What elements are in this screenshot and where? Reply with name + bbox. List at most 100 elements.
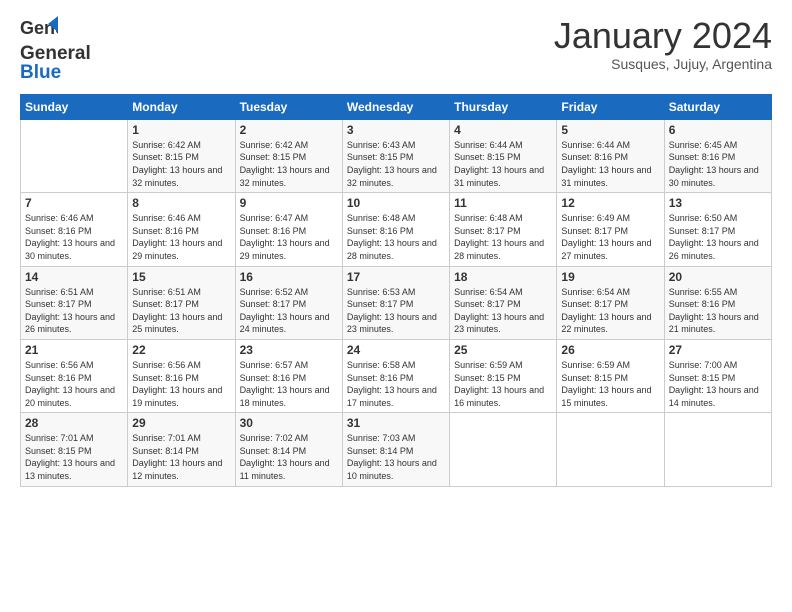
week-row-4: 28 Sunrise: 7:01 AMSunset: 8:15 PMDayligh… xyxy=(21,413,772,486)
day-number: 14 xyxy=(25,270,123,284)
weekday-header-sunday: Sunday xyxy=(21,94,128,119)
day-info: Sunrise: 6:51 AMSunset: 8:17 PMDaylight:… xyxy=(25,286,123,336)
day-cell: 8 Sunrise: 6:46 AMSunset: 8:16 PMDaylight… xyxy=(128,193,235,266)
day-cell: 21 Sunrise: 6:56 AMSunset: 8:16 PMDayligh… xyxy=(21,339,128,412)
day-number: 9 xyxy=(240,196,338,210)
day-info: Sunrise: 6:53 AMSunset: 8:17 PMDaylight:… xyxy=(347,286,445,336)
day-number: 12 xyxy=(561,196,659,210)
day-info: Sunrise: 6:45 AMSunset: 8:16 PMDaylight:… xyxy=(669,139,767,189)
day-number: 27 xyxy=(669,343,767,357)
day-cell: 13 Sunrise: 6:50 AMSunset: 8:17 PMDayligh… xyxy=(664,193,771,266)
day-number: 29 xyxy=(132,416,230,430)
day-cell: 25 Sunrise: 6:59 AMSunset: 8:15 PMDayligh… xyxy=(450,339,557,412)
day-number: 26 xyxy=(561,343,659,357)
day-info: Sunrise: 7:01 AMSunset: 8:14 PMDaylight:… xyxy=(132,432,230,482)
day-info: Sunrise: 6:59 AMSunset: 8:15 PMDaylight:… xyxy=(454,359,552,409)
day-cell: 22 Sunrise: 6:56 AMSunset: 8:16 PMDayligh… xyxy=(128,339,235,412)
header-row: SundayMondayTuesdayWednesdayThursdayFrid… xyxy=(21,94,772,119)
day-number: 13 xyxy=(669,196,767,210)
day-number: 5 xyxy=(561,123,659,137)
day-cell: 23 Sunrise: 6:57 AMSunset: 8:16 PMDayligh… xyxy=(235,339,342,412)
header: General General Blue January 2024 Susque… xyxy=(20,16,772,84)
day-info: Sunrise: 6:51 AMSunset: 8:17 PMDaylight:… xyxy=(132,286,230,336)
day-info: Sunrise: 6:48 AMSunset: 8:16 PMDaylight:… xyxy=(347,212,445,262)
day-info: Sunrise: 6:46 AMSunset: 8:16 PMDaylight:… xyxy=(25,212,123,262)
day-number: 24 xyxy=(347,343,445,357)
week-row-2: 14 Sunrise: 6:51 AMSunset: 8:17 PMDayligh… xyxy=(21,266,772,339)
day-cell xyxy=(664,413,771,486)
day-cell: 24 Sunrise: 6:58 AMSunset: 8:16 PMDayligh… xyxy=(342,339,449,412)
day-info: Sunrise: 7:03 AMSunset: 8:14 PMDaylight:… xyxy=(347,432,445,482)
day-number: 25 xyxy=(454,343,552,357)
day-number: 31 xyxy=(347,416,445,430)
day-info: Sunrise: 7:01 AMSunset: 8:15 PMDaylight:… xyxy=(25,432,123,482)
day-info: Sunrise: 6:42 AMSunset: 8:15 PMDaylight:… xyxy=(240,139,338,189)
day-number: 6 xyxy=(669,123,767,137)
day-cell: 17Sunrise: 6:53 AMSunset: 8:17 PMDayligh… xyxy=(342,266,449,339)
day-info: Sunrise: 7:00 AMSunset: 8:15 PMDaylight:… xyxy=(669,359,767,409)
week-row-3: 21 Sunrise: 6:56 AMSunset: 8:16 PMDayligh… xyxy=(21,339,772,412)
day-cell: 1 Sunrise: 6:42 AMSunset: 8:15 PMDaylight… xyxy=(128,119,235,192)
day-cell: 14 Sunrise: 6:51 AMSunset: 8:17 PMDayligh… xyxy=(21,266,128,339)
day-cell: 10 Sunrise: 6:48 AMSunset: 8:16 PMDayligh… xyxy=(342,193,449,266)
day-cell: 12 Sunrise: 6:49 AMSunset: 8:17 PMDayligh… xyxy=(557,193,664,266)
day-number: 2 xyxy=(240,123,338,137)
day-cell: 31 Sunrise: 7:03 AMSunset: 8:14 PMDayligh… xyxy=(342,413,449,486)
day-number: 21 xyxy=(25,343,123,357)
day-cell: 15Sunrise: 6:51 AMSunset: 8:17 PMDayligh… xyxy=(128,266,235,339)
day-cell: 11Sunrise: 6:48 AMSunset: 8:17 PMDayligh… xyxy=(450,193,557,266)
day-cell: 20 Sunrise: 6:55 AMSunset: 8:16 PMDayligh… xyxy=(664,266,771,339)
day-number: 19 xyxy=(561,270,659,284)
day-cell: 3Sunrise: 6:43 AMSunset: 8:15 PMDaylight… xyxy=(342,119,449,192)
day-cell: 2 Sunrise: 6:42 AMSunset: 8:15 PMDaylight… xyxy=(235,119,342,192)
day-info: Sunrise: 6:49 AMSunset: 8:17 PMDaylight:… xyxy=(561,212,659,262)
day-info: Sunrise: 6:42 AMSunset: 8:15 PMDaylight:… xyxy=(132,139,230,189)
calendar-table: SundayMondayTuesdayWednesdayThursdayFrid… xyxy=(20,94,772,487)
day-info: Sunrise: 6:47 AMSunset: 8:16 PMDaylight:… xyxy=(240,212,338,262)
day-info: Sunrise: 6:54 AMSunset: 8:17 PMDaylight:… xyxy=(561,286,659,336)
weekday-header-tuesday: Tuesday xyxy=(235,94,342,119)
weekday-header-wednesday: Wednesday xyxy=(342,94,449,119)
subtitle: Susques, Jujuy, Argentina xyxy=(554,56,772,72)
day-number: 4 xyxy=(454,123,552,137)
day-info: Sunrise: 6:57 AMSunset: 8:16 PMDaylight:… xyxy=(240,359,338,409)
day-info: Sunrise: 6:58 AMSunset: 8:16 PMDaylight:… xyxy=(347,359,445,409)
day-info: Sunrise: 6:48 AMSunset: 8:17 PMDaylight:… xyxy=(454,212,552,262)
day-info: Sunrise: 6:56 AMSunset: 8:16 PMDaylight:… xyxy=(132,359,230,409)
day-info: Sunrise: 6:59 AMSunset: 8:15 PMDaylight:… xyxy=(561,359,659,409)
day-number: 20 xyxy=(669,270,767,284)
day-number: 28 xyxy=(25,416,123,430)
month-title: January 2024 xyxy=(554,16,772,56)
day-info: Sunrise: 6:56 AMSunset: 8:16 PMDaylight:… xyxy=(25,359,123,409)
day-info: Sunrise: 6:50 AMSunset: 8:17 PMDaylight:… xyxy=(669,212,767,262)
day-cell: 5Sunrise: 6:44 AMSunset: 8:16 PMDaylight… xyxy=(557,119,664,192)
day-cell: 18Sunrise: 6:54 AMSunset: 8:17 PMDayligh… xyxy=(450,266,557,339)
day-number: 16 xyxy=(240,270,338,284)
day-cell: 29 Sunrise: 7:01 AMSunset: 8:14 PMDayligh… xyxy=(128,413,235,486)
day-number: 1 xyxy=(132,123,230,137)
day-info: Sunrise: 6:46 AMSunset: 8:16 PMDaylight:… xyxy=(132,212,230,262)
day-cell: 9 Sunrise: 6:47 AMSunset: 8:16 PMDaylight… xyxy=(235,193,342,266)
day-number: 8 xyxy=(132,196,230,210)
day-info: Sunrise: 6:44 AMSunset: 8:15 PMDaylight:… xyxy=(454,139,552,189)
weekday-header-monday: Monday xyxy=(128,94,235,119)
day-number: 30 xyxy=(240,416,338,430)
day-info: Sunrise: 6:55 AMSunset: 8:16 PMDaylight:… xyxy=(669,286,767,336)
weekday-header-saturday: Saturday xyxy=(664,94,771,119)
day-info: Sunrise: 6:52 AMSunset: 8:17 PMDaylight:… xyxy=(240,286,338,336)
logo: General General Blue xyxy=(20,16,91,84)
day-number: 10 xyxy=(347,196,445,210)
day-number: 22 xyxy=(132,343,230,357)
week-row-0: 1 Sunrise: 6:42 AMSunset: 8:15 PMDaylight… xyxy=(21,119,772,192)
title-block: January 2024 Susques, Jujuy, Argentina xyxy=(554,16,772,72)
day-cell xyxy=(557,413,664,486)
day-number: 23 xyxy=(240,343,338,357)
day-cell: 4 Sunrise: 6:44 AMSunset: 8:15 PMDaylight… xyxy=(450,119,557,192)
weekday-header-thursday: Thursday xyxy=(450,94,557,119)
day-cell: 6 Sunrise: 6:45 AMSunset: 8:16 PMDaylight… xyxy=(664,119,771,192)
week-row-1: 7Sunrise: 6:46 AMSunset: 8:16 PMDaylight… xyxy=(21,193,772,266)
day-cell: 16 Sunrise: 6:52 AMSunset: 8:17 PMDayligh… xyxy=(235,266,342,339)
logo-blue: Blue xyxy=(20,63,91,84)
day-cell: 7Sunrise: 6:46 AMSunset: 8:16 PMDaylight… xyxy=(21,193,128,266)
day-info: Sunrise: 6:54 AMSunset: 8:17 PMDaylight:… xyxy=(454,286,552,336)
